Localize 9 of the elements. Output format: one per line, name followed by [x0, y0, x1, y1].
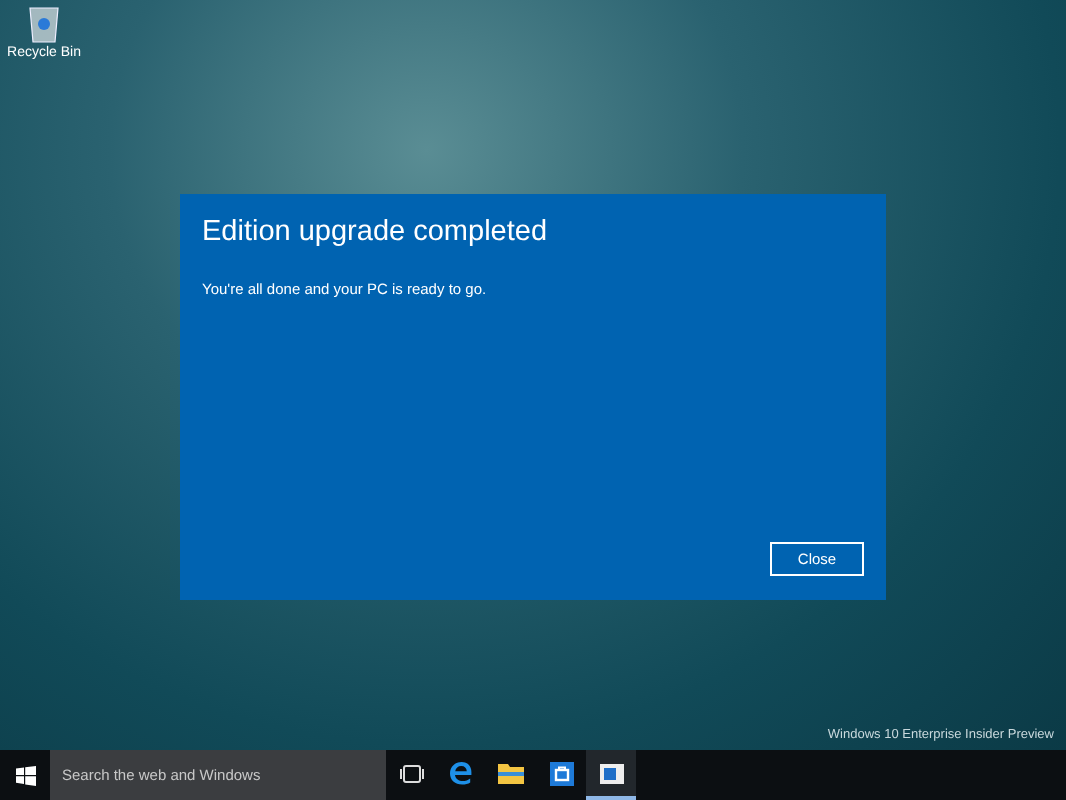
folder-icon	[498, 762, 524, 784]
window-icon	[599, 763, 623, 783]
taskbar-app[interactable]	[586, 750, 636, 800]
browser-icon	[448, 760, 474, 786]
recycle-bin-icon[interactable]	[28, 4, 60, 44]
windows-logo-icon	[15, 765, 35, 785]
dialog-title: Edition upgrade completed	[202, 214, 550, 251]
task-view-icon	[399, 763, 423, 783]
shopping-bag-icon	[549, 761, 573, 785]
